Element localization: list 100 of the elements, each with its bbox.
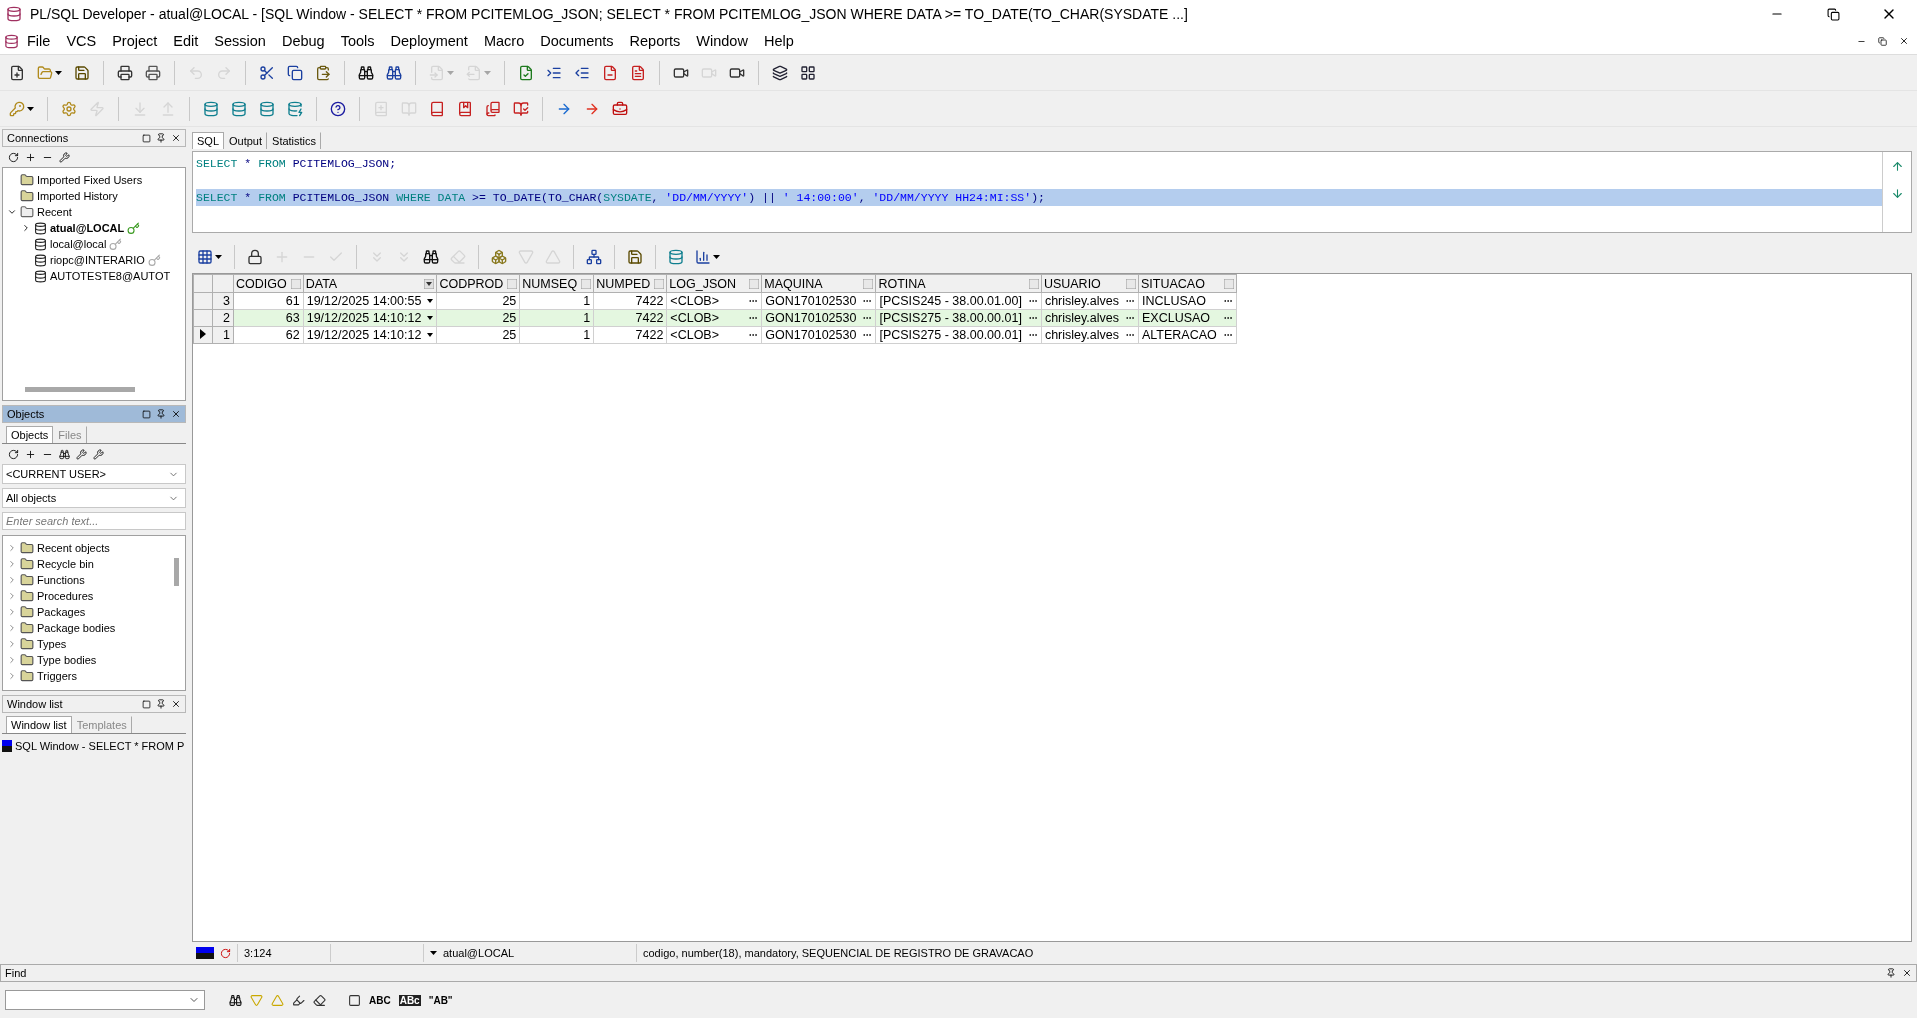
document-icon[interactable] — [602, 64, 618, 81]
scissors-icon[interactable] — [259, 64, 275, 81]
window-list-item[interactable]: SQL Window - SELECT * FROM P — [15, 740, 185, 752]
scrollbar-thumb[interactable] — [174, 558, 179, 586]
tree-item[interactable]: Types — [37, 638, 67, 650]
highlighter-icon[interactable] — [292, 993, 305, 1007]
caret-icon[interactable] — [27, 106, 34, 111]
wrench-icon[interactable] — [59, 151, 70, 163]
book-icon[interactable] — [457, 100, 473, 117]
column-header[interactable]: ROTINA — [875, 274, 1042, 293]
plus-icon[interactable] — [25, 151, 36, 163]
lock-icon[interactable] — [247, 249, 263, 265]
book-icon[interactable] — [429, 100, 445, 117]
find-field[interactable] — [5, 990, 205, 1010]
tree-item[interactable]: Functions — [37, 574, 85, 586]
restore-icon[interactable] — [1826, 7, 1840, 21]
plus-icon[interactable] — [25, 448, 36, 460]
column-header[interactable]: USUARIO — [1041, 274, 1139, 293]
database-icon[interactable] — [231, 100, 247, 117]
filter-dropdown[interactable]: All objects — [2, 488, 186, 508]
window-icon[interactable] — [4, 33, 19, 49]
column-header[interactable]: NUMSEQ — [519, 274, 594, 293]
document-icon[interactable] — [630, 64, 646, 81]
pin-icon[interactable] — [1886, 968, 1896, 978]
help-icon[interactable] — [330, 100, 346, 117]
save-icon[interactable] — [74, 64, 90, 81]
close-icon[interactable] — [1899, 36, 1909, 46]
owner-dropdown[interactable]: <CURRENT USER> — [2, 464, 186, 484]
binoculars-icon[interactable] — [386, 64, 402, 81]
tree-item[interactable]: Triggers — [37, 670, 77, 682]
column-header[interactable]: SITUACAO — [1138, 274, 1237, 293]
binoculars-icon[interactable] — [423, 249, 439, 265]
float-icon[interactable] — [142, 699, 151, 709]
tab[interactable]: Statistics — [267, 132, 322, 149]
eraser-icon[interactable] — [313, 993, 326, 1007]
binoculars-icon[interactable] — [229, 993, 242, 1007]
menu-item[interactable]: Deployment — [382, 31, 476, 51]
menu-item[interactable]: Tools — [332, 31, 383, 51]
document-check-icon[interactable] — [518, 64, 534, 81]
menu-item[interactable]: Edit — [165, 31, 207, 51]
tree-item[interactable]: Type bodies — [37, 654, 97, 666]
tree-item[interactable]: atual@LOCAL — [50, 222, 125, 234]
tree-item[interactable]: Recycle bin — [37, 558, 94, 570]
binoculars-icon[interactable] — [358, 64, 374, 81]
tab[interactable]: Output — [224, 132, 268, 149]
caret-icon[interactable] — [427, 333, 434, 337]
toolbox-icon[interactable] — [612, 100, 628, 117]
tab[interactable]: Window list — [6, 716, 72, 733]
column-header[interactable]: LOG_JSON — [666, 274, 762, 293]
expand-icon[interactable] — [21, 223, 31, 233]
menu-item[interactable]: Documents — [532, 31, 622, 51]
tab[interactable]: SQL — [192, 132, 224, 149]
database-icon[interactable] — [668, 249, 684, 265]
grid-icon[interactable] — [800, 64, 816, 81]
printer-icon[interactable] — [117, 64, 133, 81]
arrow-up-icon[interactable] — [1890, 160, 1904, 173]
tree-item[interactable]: Package bodies — [37, 622, 116, 634]
scrollbar-thumb[interactable] — [25, 387, 135, 392]
close-icon[interactable] — [171, 133, 181, 143]
tree-item[interactable]: Recent — [37, 206, 72, 218]
column-header[interactable]: DATA — [303, 274, 437, 293]
book-icon[interactable] — [485, 100, 501, 117]
tree-item[interactable]: local@local — [50, 238, 107, 250]
close-icon[interactable] — [1902, 968, 1912, 978]
tree-item[interactable]: Procedures — [37, 590, 94, 602]
match-option[interactable]: "AB" — [428, 994, 453, 1006]
close-icon[interactable] — [171, 699, 181, 709]
menu-item[interactable]: Reports — [621, 31, 689, 51]
match-option[interactable]: ABC — [369, 994, 391, 1006]
selection-icon[interactable] — [348, 993, 361, 1007]
arrow-down-icon[interactable] — [1890, 187, 1904, 200]
column-header[interactable]: NUMPED — [593, 274, 667, 293]
tree-item[interactable]: AUTOTESTE8@AUTOT — [50, 270, 171, 282]
float-icon[interactable] — [142, 133, 151, 143]
menu-item[interactable]: VCS — [58, 31, 105, 51]
tree-item[interactable]: Imported Fixed Users — [37, 174, 143, 186]
database-icon[interactable] — [259, 100, 275, 117]
float-icon[interactable] — [142, 409, 151, 419]
copy-icon[interactable] — [287, 64, 303, 81]
save-icon[interactable] — [627, 249, 643, 265]
caret-icon[interactable] — [427, 316, 434, 320]
column-header[interactable]: MAQUINA — [761, 274, 876, 293]
printer-icon[interactable] — [145, 64, 161, 81]
boxes-icon[interactable] — [491, 249, 507, 265]
grid-icon[interactable] — [197, 249, 213, 265]
menu-item[interactable]: Help — [755, 31, 802, 51]
caret-icon[interactable] — [55, 70, 62, 75]
gear-icon[interactable] — [61, 100, 77, 117]
tree-icon[interactable] — [586, 249, 602, 265]
tree-item[interactable]: Recent objects — [37, 542, 110, 554]
caret-icon[interactable] — [215, 255, 222, 259]
binoculars-icon[interactable] — [59, 448, 70, 460]
sort-icon[interactable] — [424, 278, 435, 289]
tree-item[interactable]: Packages — [37, 606, 86, 618]
caret-icon[interactable] — [427, 299, 434, 303]
pin-icon[interactable] — [156, 699, 166, 709]
column-header[interactable]: CODPROD — [436, 274, 520, 293]
menu-item[interactable]: Macro — [475, 31, 533, 51]
wrench-icon[interactable] — [93, 448, 104, 460]
pin-icon[interactable] — [156, 133, 166, 143]
